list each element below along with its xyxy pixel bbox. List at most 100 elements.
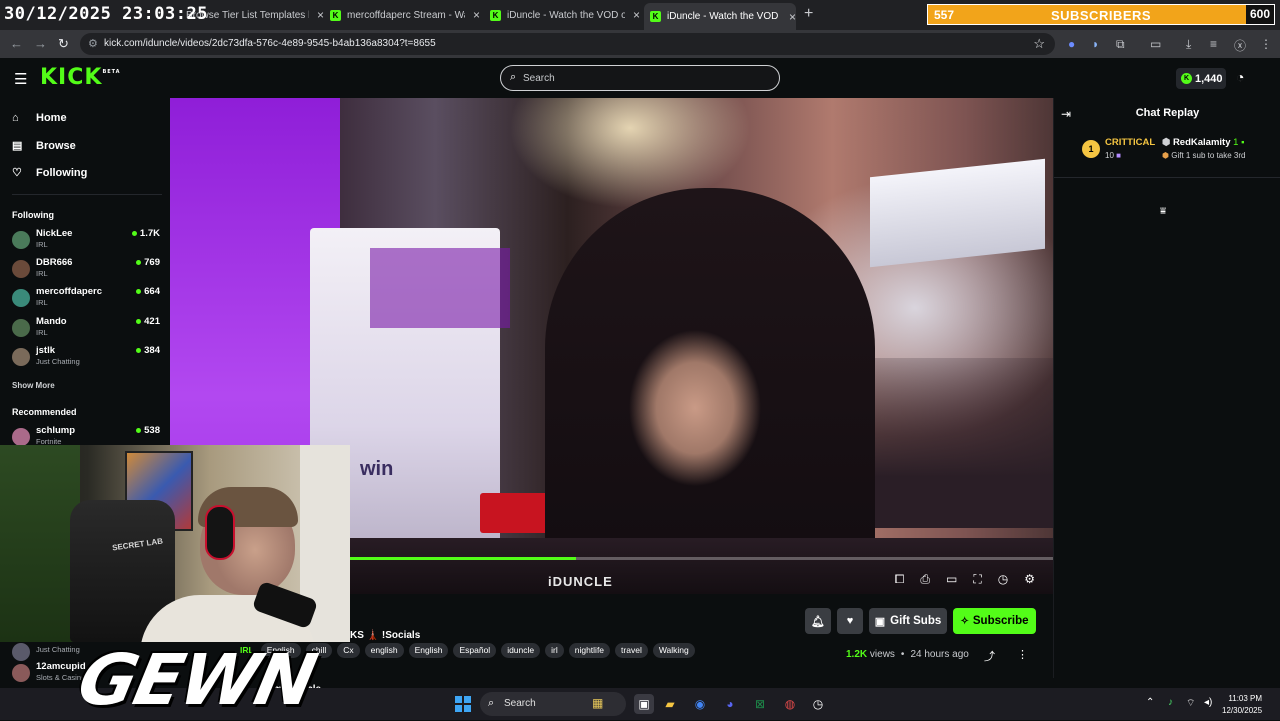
sidebar-item-home[interactable]: ⌂ Home xyxy=(12,112,67,124)
tag-pill[interactable]: Español xyxy=(453,643,497,658)
following-channel[interactable]: mercoffdaperc IRL 664 xyxy=(12,286,160,314)
rank-badge: 1 xyxy=(1082,140,1100,158)
more-options-icon[interactable]: ⋮ xyxy=(1017,648,1028,661)
gift-icon: ▣ xyxy=(874,615,886,628)
home-icon: ⌂ xyxy=(12,112,19,124)
channel-name: mercoffdaperc xyxy=(36,286,102,297)
gift-subs-button[interactable]: ▣ Gift Subs xyxy=(869,608,947,634)
sidebar-item-label: Following xyxy=(36,166,88,179)
top-gifter[interactable]: CRITTICAL 10 ■ xyxy=(1105,137,1155,160)
meta-separator: • xyxy=(900,649,905,660)
playback-speed-icon[interactable]: ◷ xyxy=(998,572,1008,587)
taskbar-search[interactable]: ⌕ Search ▦ xyxy=(480,692,626,716)
search-input[interactable]: ⌕ Search xyxy=(500,65,780,91)
subscribe-button[interactable]: ✧ Subscribe xyxy=(953,608,1036,634)
kick-logo[interactable]: KICKBETA xyxy=(40,65,121,90)
follow-heart-button[interactable]: ♥ xyxy=(837,608,863,634)
gifter-count: 10 ■ xyxy=(1105,151,1155,160)
streamer-watermark: iDUNCLE xyxy=(548,574,613,589)
video-scene-person xyxy=(545,188,875,594)
gifter-entry[interactable]: ⬢ RedKalamity 1 ▪ ⬢ Gift 1 sub to take 3… xyxy=(1162,137,1245,160)
expand-leaderboard-icon[interactable]: ⩸ xyxy=(1160,206,1166,217)
profile-avatar-icon[interactable]: ⓧ xyxy=(1234,37,1246,54)
show-more-button[interactable]: Show More xyxy=(12,381,55,390)
channel-name: 12amcupid xyxy=(36,661,86,672)
viewer-count: 1.7K xyxy=(131,228,160,239)
tag-pill[interactable]: nightlife xyxy=(568,643,611,658)
clip-icon[interactable]: ⎙ xyxy=(920,572,930,587)
file-explorer-icon[interactable]: ▰ xyxy=(660,694,680,714)
following-channel[interactable]: DBR666 IRL 769 xyxy=(12,257,160,285)
sidebar-item-browse[interactable]: ▤ Browse xyxy=(12,139,76,153)
user-profile-icon[interactable]: ◔ xyxy=(1236,69,1244,85)
live-dot-icon xyxy=(136,347,142,353)
extensions-puzzle-icon[interactable]: ⧉ xyxy=(1116,37,1125,52)
taskbar-time: 11:03 PM xyxy=(1228,694,1263,703)
webcam-overlay: SECRET LAB xyxy=(0,445,350,642)
browser-tab-active[interactable]: K iDuncle - Watch the VOD on Ki × xyxy=(644,3,796,30)
browser-tab[interactable]: K iDuncle - Watch the VOD on Ki × xyxy=(490,4,640,26)
extension-icon[interactable]: ● xyxy=(1068,37,1075,51)
url-text[interactable]: kick.com/iduncle/videos/2dc73dfa-576c-4e… xyxy=(104,38,436,49)
chrome-icon[interactable]: ◉ xyxy=(690,694,710,714)
volume-icon[interactable]: ◂) xyxy=(1204,697,1212,708)
following-channel[interactable]: jstlk Just Chatting 384 xyxy=(12,345,160,373)
live-dot-icon xyxy=(131,230,137,236)
media-control-icon[interactable]: ≡ xyxy=(1210,37,1217,51)
tag-pill[interactable]: english xyxy=(364,643,404,658)
following-channel[interactable]: Mando IRL 421 xyxy=(12,316,160,344)
extension-icon[interactable]: ◗ xyxy=(1092,37,1099,51)
taskbar-clock[interactable]: 11:03 PM 12/30/2025 xyxy=(1222,693,1262,717)
tag-pill[interactable]: irl xyxy=(545,643,564,658)
mini-player-icon[interactable]: ⧠ xyxy=(895,572,905,587)
menu-icon[interactable]: ☰ xyxy=(14,70,27,88)
tab-title: iDuncle - Watch the VOD on Ki xyxy=(507,9,625,21)
tag-pill[interactable]: English xyxy=(408,643,449,658)
new-tab-button[interactable]: + xyxy=(804,5,813,23)
download-icon[interactable]: ⤓ xyxy=(1186,37,1191,52)
share-icon[interactable]: ⤴ xyxy=(984,648,995,664)
following-channel[interactable]: NickLee IRL 1.7K xyxy=(12,228,160,256)
subscribe-label: Subscribe xyxy=(972,615,1029,627)
microphone-icon[interactable]: ♪ xyxy=(1168,697,1173,708)
bookmark-star-icon[interactable]: ☆ xyxy=(1033,36,1045,52)
viewer-count-value: 1.7K xyxy=(139,228,160,239)
clock-app-icon[interactable]: ◷ xyxy=(808,694,828,714)
address-bar[interactable]: ⚙ kick.com/iduncle/videos/2dc73dfa-576c-… xyxy=(80,33,1055,55)
avatar xyxy=(12,319,30,337)
back-arrow-icon[interactable]: ← xyxy=(10,36,23,51)
live-dot-icon xyxy=(136,318,142,324)
sidebar-item-following[interactable]: ♡ Following xyxy=(12,166,88,180)
windows-start-icon[interactable] xyxy=(455,696,471,712)
kicks-balance-button[interactable]: K 1,440 xyxy=(1176,68,1226,89)
notification-bell-button[interactable]: 🔔︎ xyxy=(805,608,831,634)
fullscreen-icon[interactable]: ⛶ xyxy=(973,572,981,587)
chat-title: Chat Replay xyxy=(1135,107,1200,119)
tag-pill[interactable]: iduncle xyxy=(501,643,541,658)
site-info-icon[interactable]: ⚙ xyxy=(88,37,98,50)
tag-pill[interactable]: Walking xyxy=(652,643,695,658)
channel-name: Mando xyxy=(36,316,67,327)
tag-pill[interactable]: travel xyxy=(615,643,648,658)
close-icon[interactable]: × xyxy=(473,8,480,22)
settings-gear-icon[interactable]: ⚙ xyxy=(1024,572,1035,587)
sidepanel-icon[interactable]: ▭ xyxy=(1150,37,1161,51)
theater-mode-icon[interactable]: ▭ xyxy=(946,572,957,587)
task-view-icon[interactable]: ▣ xyxy=(634,694,654,714)
browser-menu-icon[interactable]: ⋮ xyxy=(1260,37,1272,51)
network-icon[interactable]: ⌔ xyxy=(1186,697,1195,710)
tray-overflow-icon[interactable]: ⌃ xyxy=(1146,697,1154,708)
forward-arrow-icon[interactable]: → xyxy=(34,36,47,51)
tag-pill[interactable]: Cx xyxy=(337,643,360,658)
close-icon[interactable]: × xyxy=(789,10,796,24)
browser-tab[interactable]: K mercoffdaperc Stream - Watch × xyxy=(330,4,480,26)
reload-icon[interactable]: ↻ xyxy=(58,36,69,52)
heart-icon: ♥ xyxy=(846,615,854,627)
app-icon[interactable]: ◍ xyxy=(780,694,800,714)
excel-icon[interactable]: ⊠ xyxy=(750,694,770,714)
channel-category: Just Chatting xyxy=(36,645,80,654)
close-icon[interactable]: × xyxy=(317,8,324,22)
discord-icon[interactable]: ◕ xyxy=(720,694,740,714)
viewer-count-value: 538 xyxy=(144,425,160,436)
close-icon[interactable]: × xyxy=(633,8,640,22)
